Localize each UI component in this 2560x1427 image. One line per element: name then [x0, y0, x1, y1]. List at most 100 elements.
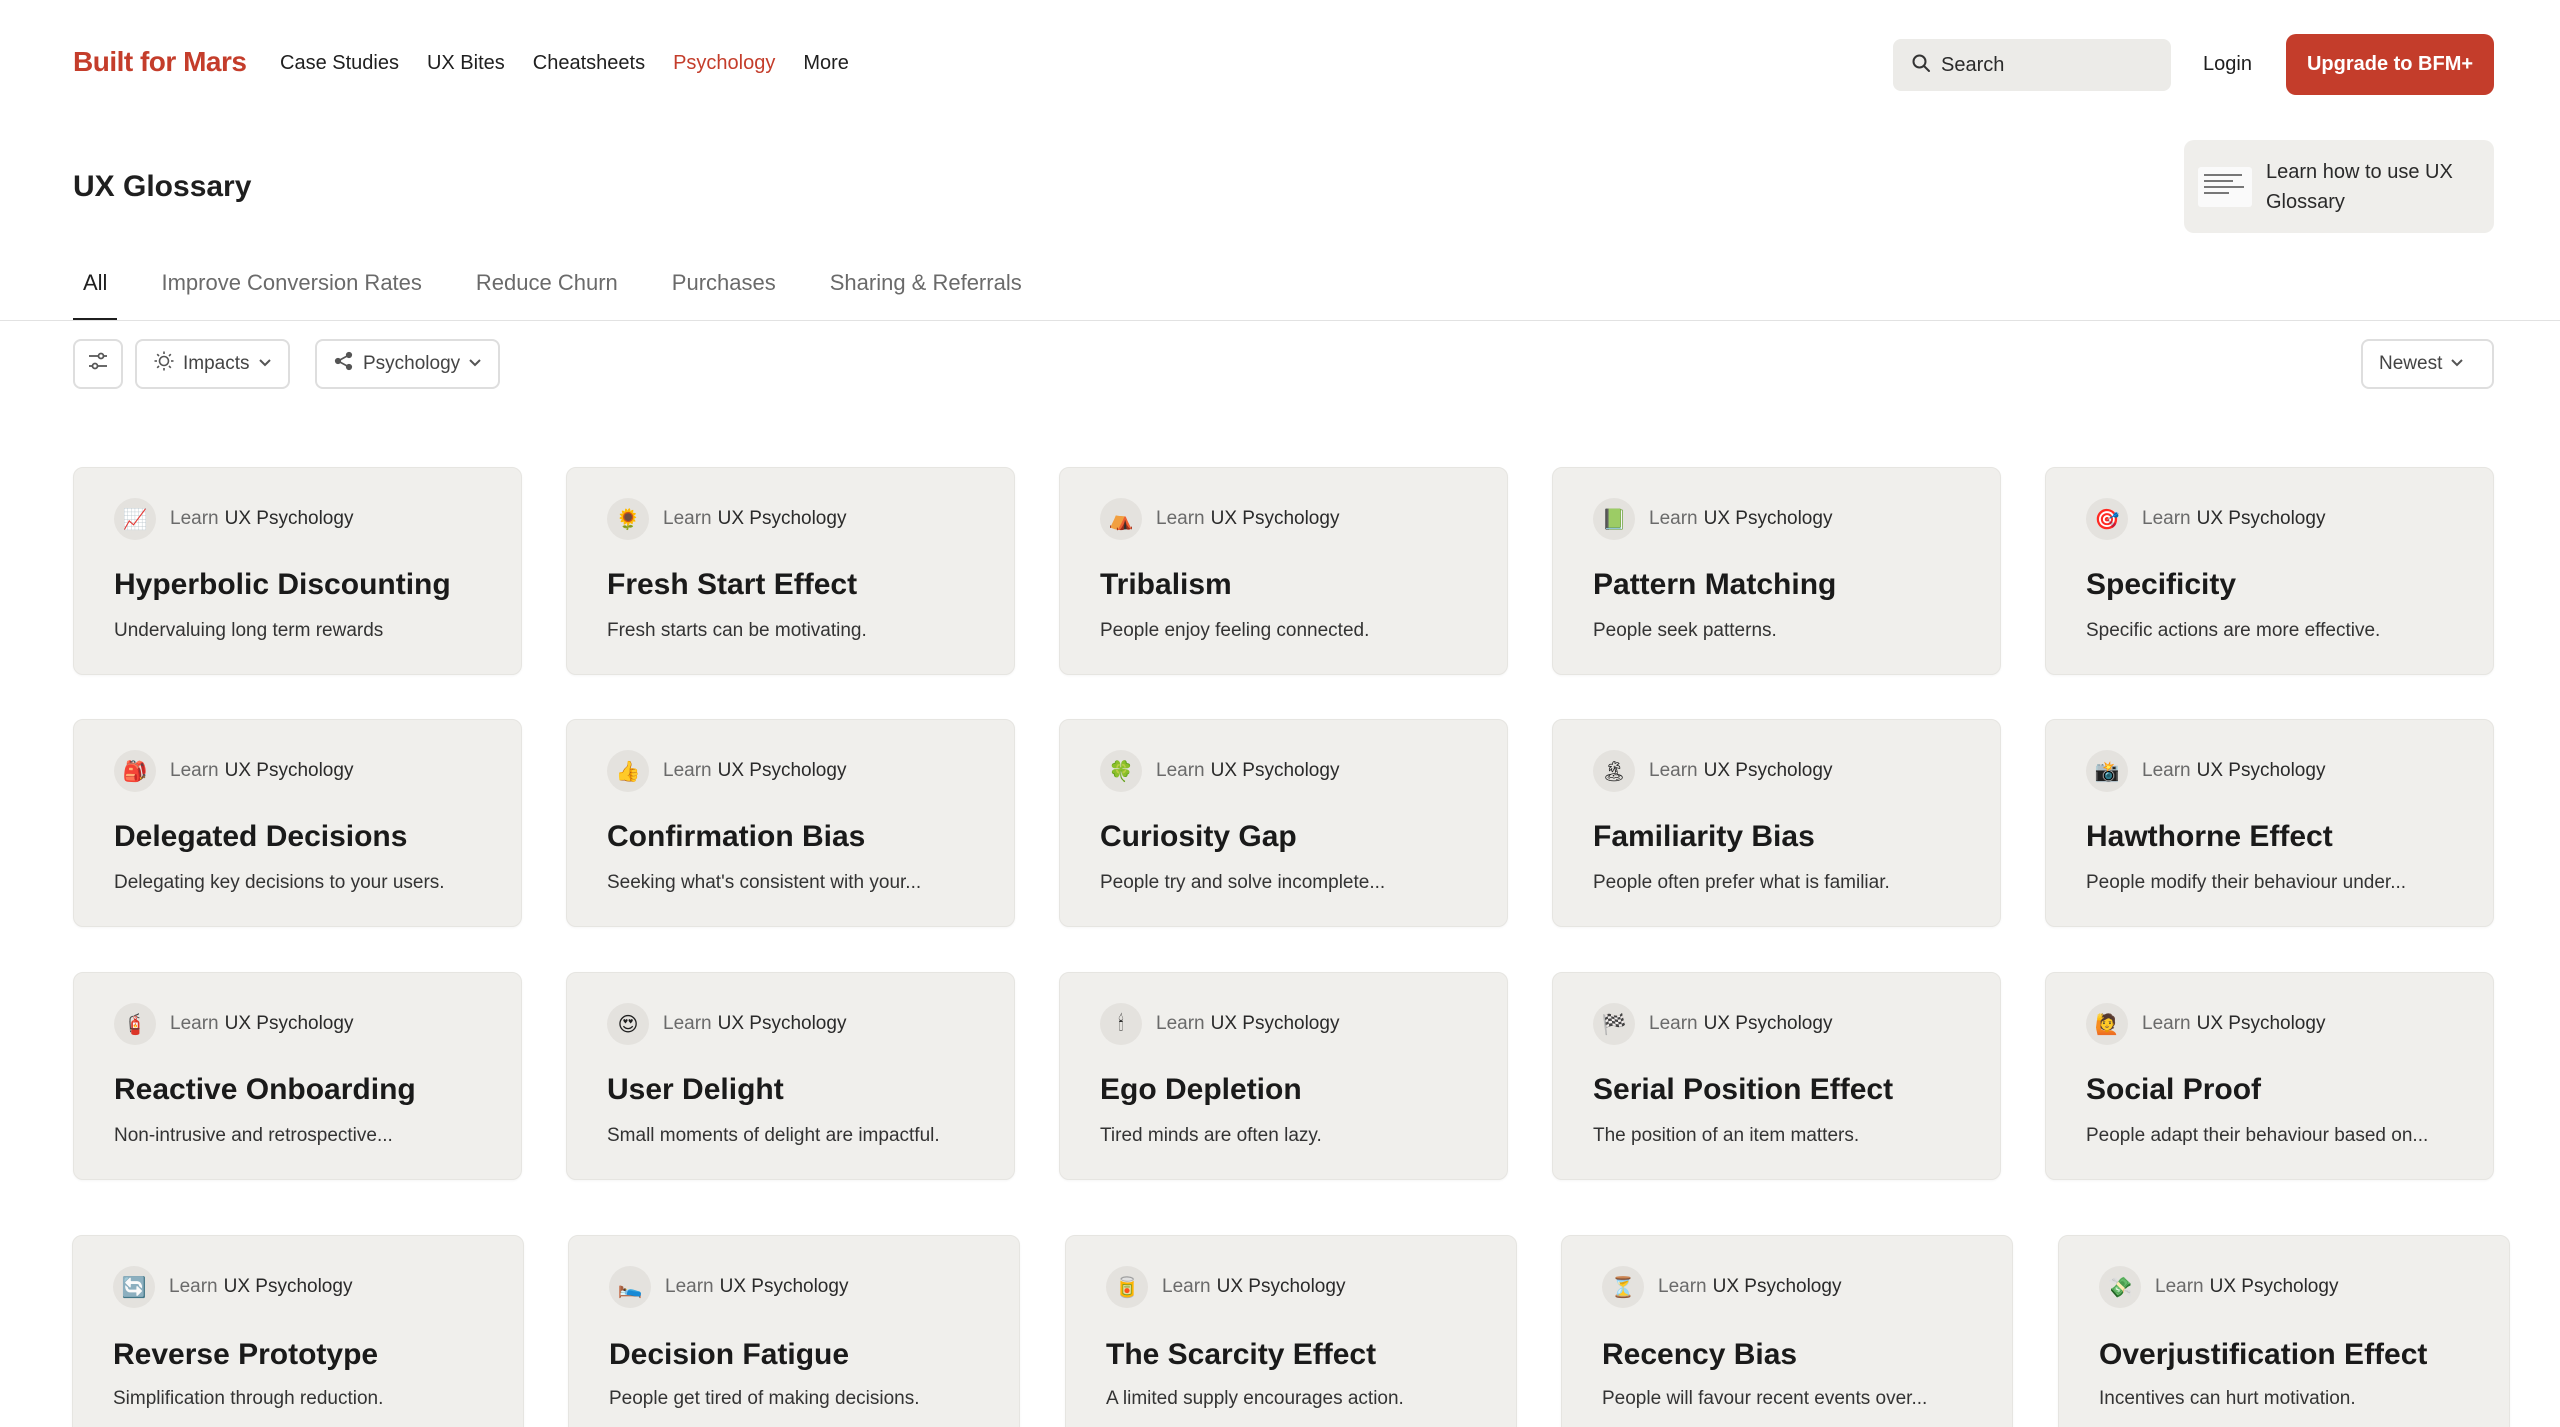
upgrade-button[interactable]: Upgrade to BFM+ [2286, 34, 2494, 95]
glossary-card[interactable]: 🛌 Learn UX Psychology Decision Fatigue Peopl… [568, 1235, 1020, 1427]
card-category-label: UX Psychology [1703, 1013, 1833, 1034]
card-learn-label: Learn [170, 508, 219, 529]
search-input[interactable] [1941, 53, 2161, 77]
glossary-card[interactable]: 😍 Learn UX Psychology User Delight Small mom… [566, 972, 1015, 1180]
glossary-card[interactable]: 🏝 Learn UX Psychology Familiarity Bias Peopl… [1552, 719, 2001, 927]
card-category-label: UX Psychology [224, 760, 354, 781]
card-meta: 📗 Learn UX Psychology [1593, 498, 1832, 540]
glossary-card[interactable]: 🕯 Learn UX Psychology Ego Depletion Tired mi… [1059, 972, 1508, 1180]
chevron-down-icon [2450, 353, 2464, 375]
nav-more[interactable]: More [803, 52, 849, 75]
topic-emoji-icon: 📸 [2086, 750, 2128, 792]
card-meta: 🏝 Learn UX Psychology [1593, 750, 1832, 792]
card-title: Hawthorne Effect [2086, 820, 2333, 853]
lightbulb-icon [153, 350, 175, 378]
card-category-label: UX Psychology [717, 508, 847, 529]
card-meta: 🧯 Learn UX Psychology [114, 1003, 353, 1045]
card-meta: 🕯 Learn UX Psychology [1100, 1003, 1339, 1045]
glossary-card[interactable]: ⏳ Learn UX Psychology Recency Bias People wi… [1561, 1235, 2013, 1427]
card-meta: 💸 Learn UX Psychology [2099, 1266, 2338, 1308]
card-description: Tired minds are often lazy. [1100, 1125, 1322, 1146]
glossary-card[interactable]: 💸 Learn UX Psychology Overjustification Eff… [2058, 1235, 2510, 1427]
card-learn-label: Learn [2142, 1013, 2191, 1034]
card-description: People get tired of making decisions. [609, 1388, 920, 1409]
card-description: Seeking what's consistent with your... [607, 872, 922, 893]
card-meta: 🍀 Learn UX Psychology [1100, 750, 1339, 792]
card-category-label: UX Psychology [717, 760, 847, 781]
card-title: Ego Depletion [1100, 1073, 1302, 1106]
card-description: The position of an item matters. [1593, 1125, 1860, 1146]
card-description: Small moments of delight are impactful. [607, 1125, 940, 1146]
card-learn-label: Learn [1156, 760, 1205, 781]
card-title: Recency Bias [1602, 1338, 1798, 1371]
card-meta: ⏳ Learn UX Psychology [1602, 1266, 1841, 1308]
topic-emoji-icon: ⏳ [1602, 1266, 1644, 1308]
tabs-divider [0, 320, 2560, 321]
chevron-down-icon [468, 353, 482, 375]
card-category-label: UX Psychology [1216, 1276, 1346, 1297]
card-learn-label: Learn [2142, 508, 2191, 529]
card-description: A limited supply encourages action. [1106, 1388, 1404, 1409]
learn-how-to-use-card[interactable]: Learn how to use UX Glossary [2184, 140, 2494, 233]
tab-sharing-referrals[interactable]: Sharing & Referrals [820, 270, 1032, 320]
card-title: Specificity [2086, 568, 2237, 601]
filter-settings-button[interactable] [73, 339, 123, 389]
tab-all[interactable]: All [73, 270, 118, 321]
card-category-label: UX Psychology [1210, 508, 1340, 529]
tab-reduce-churn[interactable]: Reduce Churn [466, 270, 628, 320]
card-learn-label: Learn [2142, 760, 2191, 781]
card-title: Overjustification Effect [2099, 1338, 2428, 1371]
topic-emoji-icon: 🍀 [1100, 750, 1142, 792]
card-description: People will favour recent events over... [1602, 1388, 1928, 1409]
glossary-card[interactable]: 🏁 Learn UX Psychology Serial Position Effec… [1552, 972, 2001, 1180]
card-learn-label: Learn [1649, 1013, 1698, 1034]
card-title: User Delight [607, 1073, 784, 1106]
glossary-card[interactable]: 🎒 Learn UX Psychology Delegated Decisions De… [73, 719, 522, 927]
topic-emoji-icon: 🌻 [607, 498, 649, 540]
glossary-card[interactable]: 📈 Learn UX Psychology Hyperbolic Discountin… [73, 467, 522, 675]
search-icon [1911, 53, 1931, 78]
sort-dropdown[interactable]: Newest [2361, 339, 2494, 389]
glossary-card[interactable]: 📗 Learn UX Psychology Pattern Matching Peopl… [1552, 467, 2001, 675]
glossary-card[interactable]: 🥫 Learn UX Psychology The Scarcity Effect A … [1065, 1235, 1517, 1427]
glossary-card[interactable]: 🧯 Learn UX Psychology Reactive Onboarding No… [73, 972, 522, 1180]
psychology-filter-dropdown[interactable]: Psychology [315, 339, 501, 389]
glossary-card[interactable]: 👍 Learn UX Psychology Confirmation Bias Seek… [566, 719, 1015, 927]
card-category-label: UX Psychology [2209, 1276, 2339, 1297]
nav-psychology[interactable]: Psychology [673, 52, 775, 75]
card-learn-label: Learn [1649, 508, 1698, 529]
glossary-card[interactable]: ⛺ Learn UX Psychology Tribalism People enjoy… [1059, 467, 1508, 675]
search-box[interactable] [1893, 39, 2171, 91]
card-title: Curiosity Gap [1100, 820, 1297, 853]
nav-cheatsheets[interactable]: Cheatsheets [533, 52, 645, 75]
card-category-label: UX Psychology [224, 1013, 354, 1034]
nav-ux-bites[interactable]: UX Bites [427, 52, 505, 75]
topic-emoji-icon: 📗 [1593, 498, 1635, 540]
glossary-card[interactable]: 🌻 Learn UX Psychology Fresh Start Effect Fre… [566, 467, 1015, 675]
card-meta: 📈 Learn UX Psychology [114, 498, 353, 540]
topic-emoji-icon: 💸 [2099, 1266, 2141, 1308]
glossary-card[interactable]: 🍀 Learn UX Psychology Curiosity Gap People t… [1059, 719, 1508, 927]
topic-emoji-icon: 😍 [607, 1003, 649, 1045]
card-title: Tribalism [1100, 568, 1232, 601]
impacts-filter-dropdown[interactable]: Impacts [135, 339, 290, 389]
site-logo[interactable]: Built for Mars [73, 46, 247, 78]
card-learn-label: Learn [169, 1276, 218, 1297]
card-description: People often prefer what is familiar. [1593, 872, 1890, 893]
share-nodes-icon [333, 350, 355, 378]
glossary-card[interactable]: 🔄 Learn UX Psychology Reverse Prototype Simp… [72, 1235, 524, 1427]
card-title: Serial Position Effect [1593, 1073, 1894, 1106]
topic-emoji-icon: 🙋 [2086, 1003, 2128, 1045]
impacts-filter-label: Impacts [183, 353, 250, 374]
login-link[interactable]: Login [2203, 53, 2252, 76]
glossary-card[interactable]: 🎯 Learn UX Psychology Specificity Specific a… [2045, 467, 2494, 675]
card-title: Confirmation Bias [607, 820, 866, 853]
card-title: The Scarcity Effect [1106, 1338, 1377, 1371]
tab-improve-conversion-rates[interactable]: Improve Conversion Rates [151, 270, 431, 320]
nav-case-studies[interactable]: Case Studies [280, 52, 399, 75]
tab-purchases[interactable]: Purchases [662, 270, 786, 320]
card-meta: 👍 Learn UX Psychology [607, 750, 846, 792]
glossary-card[interactable]: 📸 Learn UX Psychology Hawthorne Effect Peopl… [2045, 719, 2494, 927]
card-learn-label: Learn [665, 1276, 714, 1297]
glossary-card[interactable]: 🙋 Learn UX Psychology Social Proof People ad… [2045, 972, 2494, 1180]
